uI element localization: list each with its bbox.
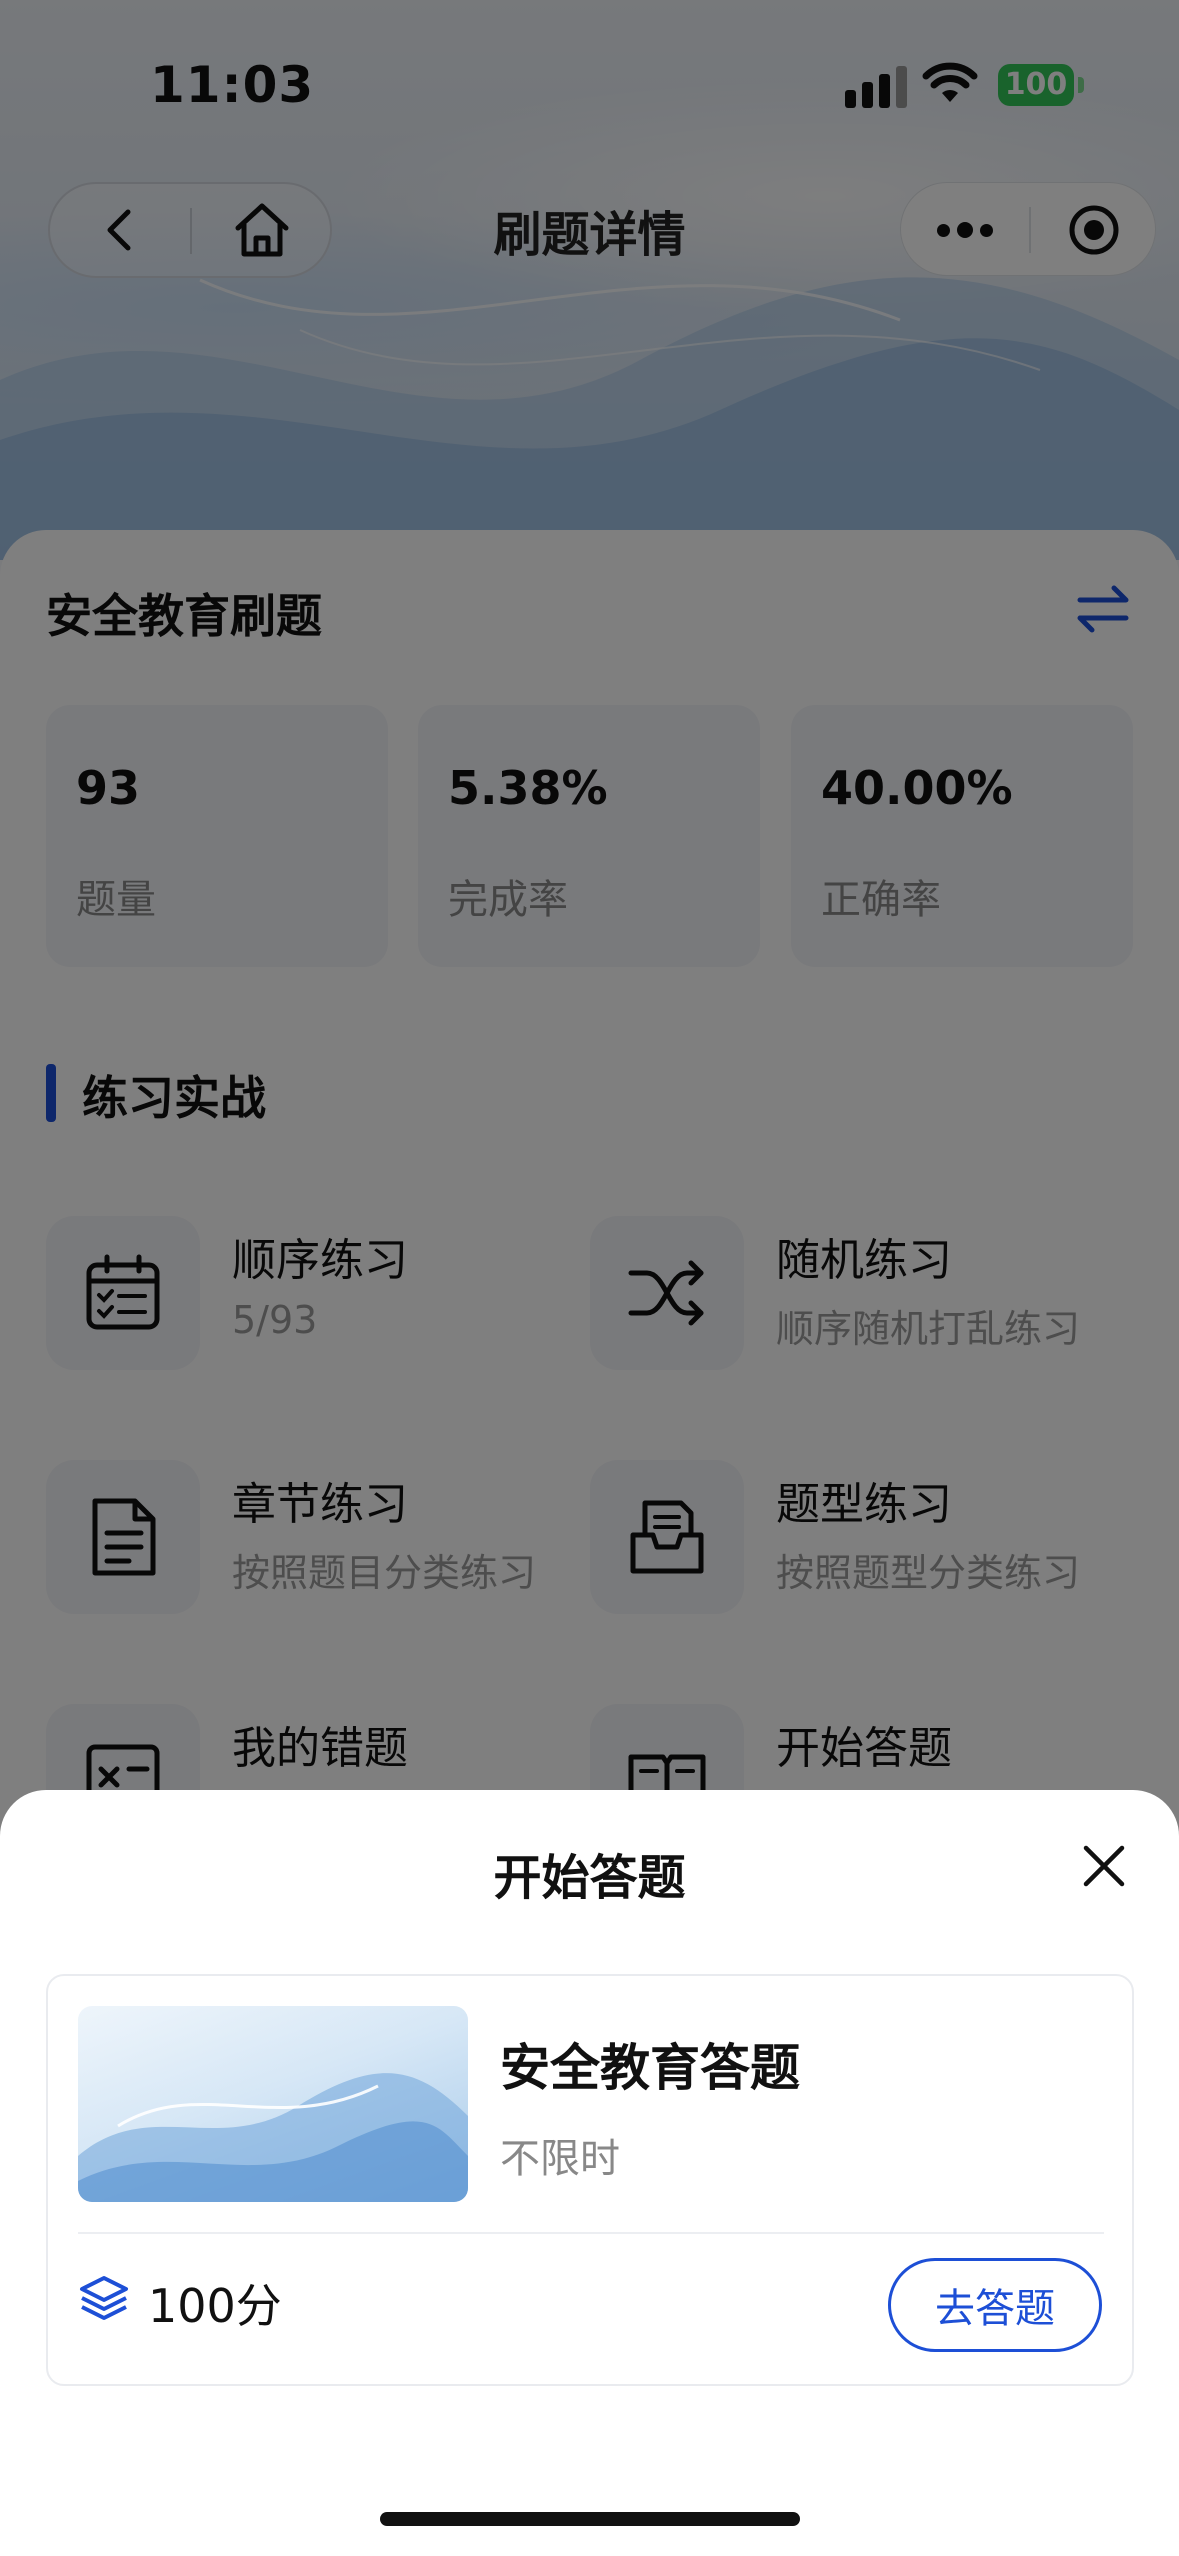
exam-name: 安全教育答题 bbox=[500, 2039, 800, 2097]
start-answer-sheet: 开始答题 安全教育答题 不限时 100分 去答题 bbox=[0, 1790, 1179, 2556]
go-answer-button[interactable]: 去答题 bbox=[888, 2258, 1102, 2352]
exam-card: 安全教育答题 不限时 100分 去答题 bbox=[46, 1974, 1134, 2386]
exam-cover-image bbox=[78, 2073, 468, 2202]
exam-thumbnail bbox=[78, 2006, 468, 2202]
close-icon[interactable] bbox=[1078, 1840, 1130, 1892]
layers-icon bbox=[80, 2276, 128, 2320]
card-divider bbox=[78, 2232, 1104, 2234]
exam-time-limit: 不限时 bbox=[500, 2136, 620, 2182]
home-indicator[interactable] bbox=[380, 2512, 800, 2526]
exam-score: 100分 bbox=[148, 2279, 282, 2333]
sheet-title: 开始答题 bbox=[493, 1850, 686, 1906]
